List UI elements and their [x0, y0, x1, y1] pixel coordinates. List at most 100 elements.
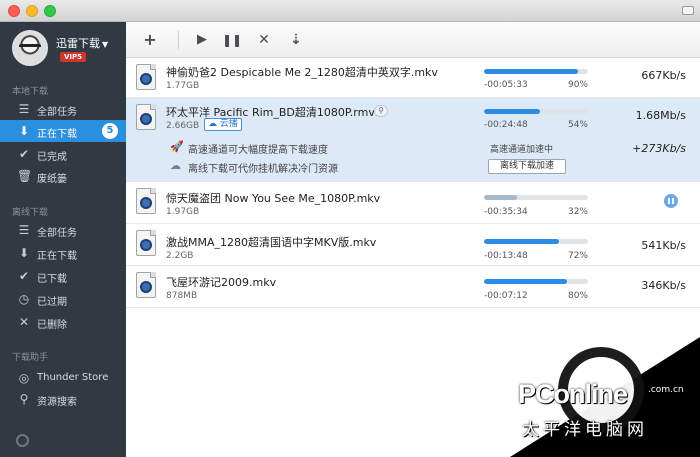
offline-download-tip: 离线下载可代你挂机解决冷门资源 [188, 164, 338, 175]
sidebar-item-offline-expired[interactable]: ◷ 已过期 [0, 288, 126, 310]
list-icon: ☰ [18, 102, 30, 116]
progress-fill [484, 279, 568, 284]
progress-bar [484, 279, 588, 284]
progress-percent: 90% [567, 80, 588, 90]
window-titlebar [0, 0, 700, 22]
section-title-offline: 离线下载 [12, 208, 49, 218]
user-profile[interactable]: 迅雷下载 ▼ VIP5 [0, 22, 126, 74]
progress-percent: 80% [567, 291, 588, 301]
remaining-time: -00:24:48 [484, 120, 528, 130]
search-icon: ⚲ [19, 392, 29, 406]
vip-badge: VIP5 [60, 52, 87, 62]
sort-button[interactable]: ⇣ [286, 30, 306, 50]
section-title-assistant: 下载助手 [12, 353, 49, 363]
cloud-icon: ☁ [170, 159, 181, 172]
sidebar-item-resource-search[interactable]: ⚲ 资源搜索 [0, 388, 126, 410]
progress-fill [484, 195, 518, 200]
task-row[interactable]: 飞屋环游记2009.mkv 878MB -00:07:12 80% 346Kb/… [126, 266, 700, 308]
sidebar-item-offline-all[interactable]: ☰ 全部任务 [0, 219, 126, 241]
progress-percent: 72% [567, 251, 588, 261]
toolbar-divider [178, 31, 179, 49]
sidebar-item-thunder-store[interactable]: ◎ Thunder Store [0, 367, 126, 389]
high-speed-status: 高速通道加速中 [490, 145, 554, 155]
sidebar-item-completed[interactable]: ✔ 已完成 [0, 143, 126, 165]
progress-bar [484, 109, 588, 114]
toolbar: + ▶ ❚❚ ✕ ⇣ [126, 22, 700, 58]
sidebar: 迅雷下载 ▼ VIP5 本地下载 ☰ 全部任务 ⬇ 正在下载 5 ✔ 已完成 🗑 … [0, 22, 126, 457]
sidebar-item-all-tasks[interactable]: ☰ 全部任务 [0, 98, 126, 120]
rocket-icon: 🚀 [170, 140, 184, 153]
progress-bar [484, 69, 588, 74]
task-name: 飞屋环游记2009.mkv [166, 276, 277, 289]
video-file-icon [136, 64, 156, 90]
task-size: 2.2GB [166, 251, 194, 261]
clock-icon: ◷ [18, 292, 30, 306]
task-name: 环太平洋 Pacific Rim_BD超清1080P.rmvb [166, 106, 382, 119]
task-row[interactable]: 激战MMA_1280超清国语中字MKV版.mkv 2.2GB -00:13:48… [126, 224, 700, 266]
delete-button[interactable]: ✕ [254, 30, 274, 50]
video-file-icon [136, 188, 156, 214]
video-file-icon [136, 272, 156, 298]
check-icon: ✔ [18, 147, 30, 161]
avatar[interactable] [12, 30, 48, 66]
start-button[interactable]: ▶ [192, 30, 212, 50]
video-file-icon [136, 230, 156, 256]
task-row[interactable]: 神偷奶爸2 Despicable Me 2_1280超清中英双字.mkv 1.7… [126, 58, 700, 98]
minimize-window-button[interactable] [26, 5, 38, 17]
remaining-time: -00:35:34 [484, 207, 528, 217]
sidebar-item-offline-downloading[interactable]: ⬇ 正在下载 [0, 242, 126, 264]
pause-icon[interactable] [664, 194, 678, 208]
offline-speedup-button[interactable]: 离线下载加速 [488, 159, 566, 174]
remaining-time: -00:05:33 [484, 80, 528, 90]
add-task-button[interactable]: + [140, 30, 160, 50]
section-title-local: 本地下载 [12, 87, 49, 97]
task-size: 878MB [166, 291, 198, 301]
settings-icon[interactable] [16, 434, 29, 447]
close-icon: ✕ [18, 315, 30, 329]
download-speed: 1.68Mb/s [635, 109, 686, 122]
sidebar-item-downloading[interactable]: ⬇ 正在下载 5 [0, 120, 126, 142]
progress-fill [484, 69, 578, 74]
task-row[interactable]: 惊天魔盗团 Now You See Me_1080P.mkv 1.97GB -0… [126, 182, 700, 224]
task-name: 惊天魔盗团 Now You See Me_1080P.mkv [166, 192, 381, 205]
check-icon: ✔ [18, 269, 30, 283]
progress-percent: 54% [567, 120, 588, 130]
download-icon: ⬇ [18, 124, 30, 138]
video-file-icon [136, 104, 156, 130]
zoom-window-button[interactable] [44, 5, 56, 17]
sidebar-item-offline-downloaded[interactable]: ✔ 已下载 [0, 265, 126, 287]
count-badge: 5 [102, 123, 118, 139]
remaining-time: -00:07:12 [484, 291, 528, 301]
sidebar-item-trash[interactable]: 🗑 废纸篓 [0, 165, 126, 187]
download-speed: 667Kb/s [641, 69, 686, 82]
progress-percent: 32% [567, 207, 588, 217]
task-size: 1.77GB [166, 81, 200, 91]
high-speed-channel-tip: 高速通道可大幅度提高下载速度 [188, 145, 328, 156]
cloud-icon: ☁ [208, 119, 217, 129]
download-speed: 346Kb/s [641, 279, 686, 292]
progress-bar [484, 195, 588, 200]
sidebar-item-offline-deleted[interactable]: ✕ 已删除 [0, 311, 126, 333]
close-window-button[interactable] [8, 5, 20, 17]
list-icon: ☰ [18, 223, 30, 237]
task-size: 2.66GB [166, 121, 200, 131]
progress-fill [484, 109, 541, 114]
task-name: 神偷奶爸2 Despicable Me 2_1280超清中英双字.mkv [166, 66, 438, 79]
chevron-down-icon[interactable]: ▼ [102, 40, 108, 49]
cloud-play-tag[interactable]: ☁ 云播 [204, 118, 242, 131]
progress-bar [484, 239, 588, 244]
search-icon[interactable]: ⚲ [374, 105, 388, 117]
download-speed: 541Kb/s [641, 239, 686, 252]
progress-fill [484, 239, 559, 244]
download-icon: ⬇ [18, 246, 30, 260]
task-list: 神偷奶爸2 Despicable Me 2_1280超清中英双字.mkv 1.7… [126, 58, 700, 457]
trash-icon: 🗑 [17, 169, 33, 183]
username[interactable]: 迅雷下载 ▼ [56, 35, 108, 51]
task-size: 1.97GB [166, 207, 200, 217]
pause-button[interactable]: ❚❚ [222, 30, 242, 50]
task-name: 激战MMA_1280超清国语中字MKV版.mkv [166, 236, 377, 249]
extra-speed: +273Kb/s [632, 142, 686, 155]
fullscreen-toggle-button[interactable] [682, 6, 694, 15]
thunder-store-icon: ◎ [18, 371, 30, 385]
remaining-time: -00:13:48 [484, 251, 528, 261]
